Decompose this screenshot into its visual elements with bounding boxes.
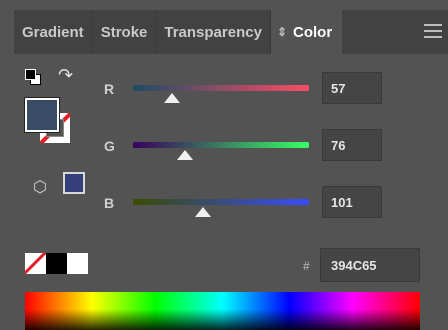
tab-color[interactable]: ⇕ Color (270, 10, 343, 54)
white-swatch[interactable] (67, 253, 88, 274)
value-field-g[interactable]: 76 (322, 129, 382, 161)
default-fill-stroke-icon[interactable] (25, 69, 41, 85)
black-swatch[interactable] (46, 253, 67, 274)
tab-transparency[interactable]: Transparency (156, 10, 271, 54)
tab-color-label: Color (293, 23, 333, 41)
hex-hash-label: # (303, 259, 310, 273)
slider-label-r: R (104, 81, 115, 97)
tab-gradient[interactable]: Gradient (14, 10, 93, 54)
panel-menu-icon[interactable] (424, 24, 442, 38)
swap-fill-stroke-icon[interactable]: ↷ (58, 66, 73, 84)
panel-tab-bar: Gradient Stroke Transparency ⇕ Color (14, 10, 448, 54)
slider-label-b: B (104, 195, 115, 211)
color-spectrum-bar[interactable] (25, 292, 420, 330)
slider-track-b[interactable] (133, 199, 309, 205)
fill-swatch[interactable] (25, 98, 59, 132)
out-of-web-color-cube-icon[interactable]: ⬡ (33, 177, 47, 197)
color-panel: Gradient Stroke Transparency ⇕ Color ↷ ⬡… (0, 0, 448, 330)
value-field-r[interactable]: 57 (322, 72, 382, 104)
none-color-swatch[interactable] (25, 253, 46, 274)
tab-stroke-label: Stroke (100, 23, 148, 41)
slider-track-g[interactable] (133, 142, 309, 148)
tab-stroke[interactable]: Stroke (93, 10, 157, 54)
show-options-icon[interactable]: ⇕ (277, 25, 287, 39)
slider-thumb-r[interactable] (164, 93, 181, 103)
slider-thumb-b[interactable] (194, 207, 211, 217)
tab-transparency-label: Transparency (164, 23, 262, 41)
slider-track-r[interactable] (133, 85, 309, 91)
slider-label-g: G (104, 138, 115, 154)
closest-web-color-swatch[interactable] (63, 172, 85, 194)
hex-value-field[interactable]: 394C65 (320, 248, 420, 282)
tab-gradient-label: Gradient (22, 23, 84, 41)
slider-thumb-g[interactable] (177, 150, 194, 160)
value-field-b[interactable]: 101 (322, 186, 382, 218)
